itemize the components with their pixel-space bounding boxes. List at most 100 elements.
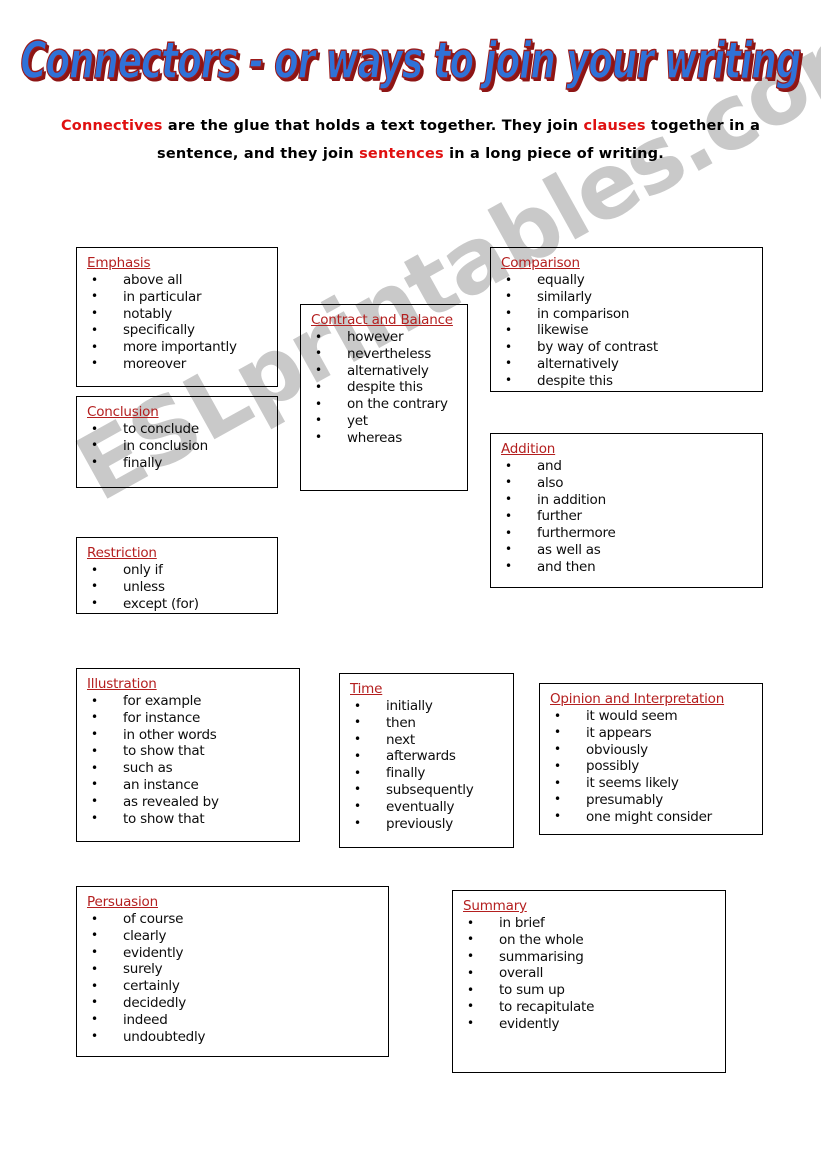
connector-item: moreover <box>87 355 271 373</box>
connector-item: overall <box>463 965 719 982</box>
connector-item: such as <box>87 760 293 777</box>
connector-item: and <box>501 458 756 475</box>
connector-item: previously <box>350 815 507 833</box>
connector-item: in brief <box>463 915 719 932</box>
intro-term-clauses: clauses <box>583 118 646 134</box>
connector-list: for examplefor instancein other wordsto … <box>87 693 293 827</box>
category-heading: Addition <box>501 441 556 457</box>
connector-item: above all <box>87 272 271 289</box>
connector-item: to sum up <box>463 982 719 999</box>
worksheet-page: ESLprintables.com Connectors - or ways t… <box>0 0 821 1169</box>
connector-list: equallysimilarlyin comparisonlikewiseby … <box>501 272 756 390</box>
connector-list: it would seemit appearsobviouslypossibly… <box>550 708 756 826</box>
category-box-restriction: Restriction only ifunlessexcept (for) <box>76 537 278 614</box>
category-heading: Restriction <box>87 545 157 561</box>
connector-item: subsequently <box>350 781 507 799</box>
page-title: Connectors - or ways to join your writin… <box>20 32 802 91</box>
connector-item: surely <box>87 961 382 978</box>
connector-item: as revealed by <box>87 793 293 811</box>
intro-text-1: are the glue that holds a text together.… <box>162 118 584 134</box>
connector-item: also <box>501 474 756 492</box>
category-heading: Opinion and Interpretation <box>550 691 725 707</box>
category-heading: Persuasion <box>87 894 158 910</box>
category-box-contract-and-balance: Contract and Balance howevernevertheless… <box>300 304 468 491</box>
connector-item: clearly <box>87 927 382 945</box>
connector-item: then <box>350 714 507 732</box>
connector-item: indeed <box>87 1011 382 1029</box>
connector-item: next <box>350 731 507 749</box>
connector-item: and then <box>501 558 756 576</box>
category-box-conclusion: Conclusion to concludein conclusionfinal… <box>76 396 278 488</box>
connector-item: finally <box>87 454 271 472</box>
connector-list: of courseclearlyevidentlysurelycertainly… <box>87 911 382 1045</box>
connector-item: more importantly <box>87 339 271 356</box>
connector-item: likewise <box>501 322 756 339</box>
category-box-summary: Summary in briefon the wholesummarisingo… <box>452 890 726 1073</box>
connector-item: except (for) <box>87 595 271 613</box>
connector-item: whereas <box>311 429 461 447</box>
page-title-wrapper: Connectors - or ways to join your writin… <box>0 32 821 91</box>
connector-item: unless <box>87 578 271 596</box>
connector-item: in conclusion <box>87 437 271 455</box>
category-heading: Time <box>350 681 383 697</box>
connector-item: possibly <box>550 758 756 775</box>
connector-item: summarising <box>463 948 719 966</box>
connector-item: to show that <box>87 810 293 828</box>
connector-item: similarly <box>501 288 756 306</box>
connector-item: despite this <box>311 379 461 396</box>
connector-item: in other words <box>87 726 293 744</box>
intro-text-3: in a long piece of writing. <box>443 146 664 162</box>
connector-item: evidently <box>463 1015 719 1033</box>
connector-list: andalsoin additionfurtherfurthermoreas w… <box>501 458 756 576</box>
connector-item: an instance <box>87 776 293 794</box>
category-heading: Contract and Balance <box>311 312 453 328</box>
category-heading: Comparison <box>501 255 580 271</box>
category-box-comparison: Comparison equallysimilarlyin comparison… <box>490 247 763 392</box>
connector-item: to conclude <box>87 421 271 438</box>
connector-item: to recapitulate <box>463 998 719 1016</box>
connector-item: only if <box>87 562 271 579</box>
category-box-opinion-and-interpretation: Opinion and Interpretation it would seem… <box>539 683 763 835</box>
category-heading: Conclusion <box>87 404 159 420</box>
connector-item: of course <box>87 911 382 928</box>
connector-item: equally <box>501 272 756 289</box>
connector-item: undoubtedly <box>87 1028 382 1046</box>
connector-item: nevertheless <box>311 345 461 363</box>
intro-term-connectives: Connectives <box>60 118 163 134</box>
connector-item: one might consider <box>550 808 756 826</box>
category-box-addition: Addition andalsoin additionfurtherfurthe… <box>490 433 763 588</box>
connector-item: initially <box>350 698 507 715</box>
category-heading: Emphasis <box>87 255 151 271</box>
connector-item: presumably <box>550 791 756 809</box>
connector-list: initiallythennextafterwardsfinallysubseq… <box>350 698 507 832</box>
intro-term-sentences: sentences <box>359 146 444 162</box>
connector-item: by way of contrast <box>501 339 756 356</box>
connector-item: alternatively <box>311 362 461 380</box>
connector-item: to show that <box>87 743 293 760</box>
connector-item: it appears <box>550 724 756 742</box>
category-box-time: Time initiallythennextafterwardsfinallys… <box>339 673 514 848</box>
category-box-persuasion: Persuasion of courseclearlyevidentlysure… <box>76 886 389 1057</box>
connector-item: specifically <box>87 322 271 339</box>
connector-item: alternatively <box>501 355 756 373</box>
connector-item: in addition <box>501 491 756 509</box>
connector-item: further <box>501 508 756 525</box>
connector-list: to concludein conclusionfinally <box>87 421 271 471</box>
connector-item: on the contrary <box>311 396 461 413</box>
connector-item: for instance <box>87 709 293 727</box>
connector-item: it would seem <box>550 708 756 725</box>
category-heading: Summary <box>463 898 527 914</box>
connector-item: furthermore <box>501 525 756 542</box>
connector-item: as well as <box>501 541 756 559</box>
category-box-illustration: Illustration for examplefor instancein o… <box>76 668 300 842</box>
connector-list: howeverneverthelessalternativelydespite … <box>311 329 461 447</box>
category-heading: Illustration <box>87 676 157 692</box>
connector-item: in comparison <box>501 305 756 323</box>
connector-item: afterwards <box>350 748 507 765</box>
connector-item: it seems likely <box>550 775 756 792</box>
connector-item: evidently <box>87 944 382 962</box>
category-box-emphasis: Emphasis above allin particularnotablysp… <box>76 247 278 387</box>
connector-item: yet <box>311 412 461 430</box>
connector-list: only ifunlessexcept (for) <box>87 562 271 612</box>
connector-item: certainly <box>87 978 382 995</box>
